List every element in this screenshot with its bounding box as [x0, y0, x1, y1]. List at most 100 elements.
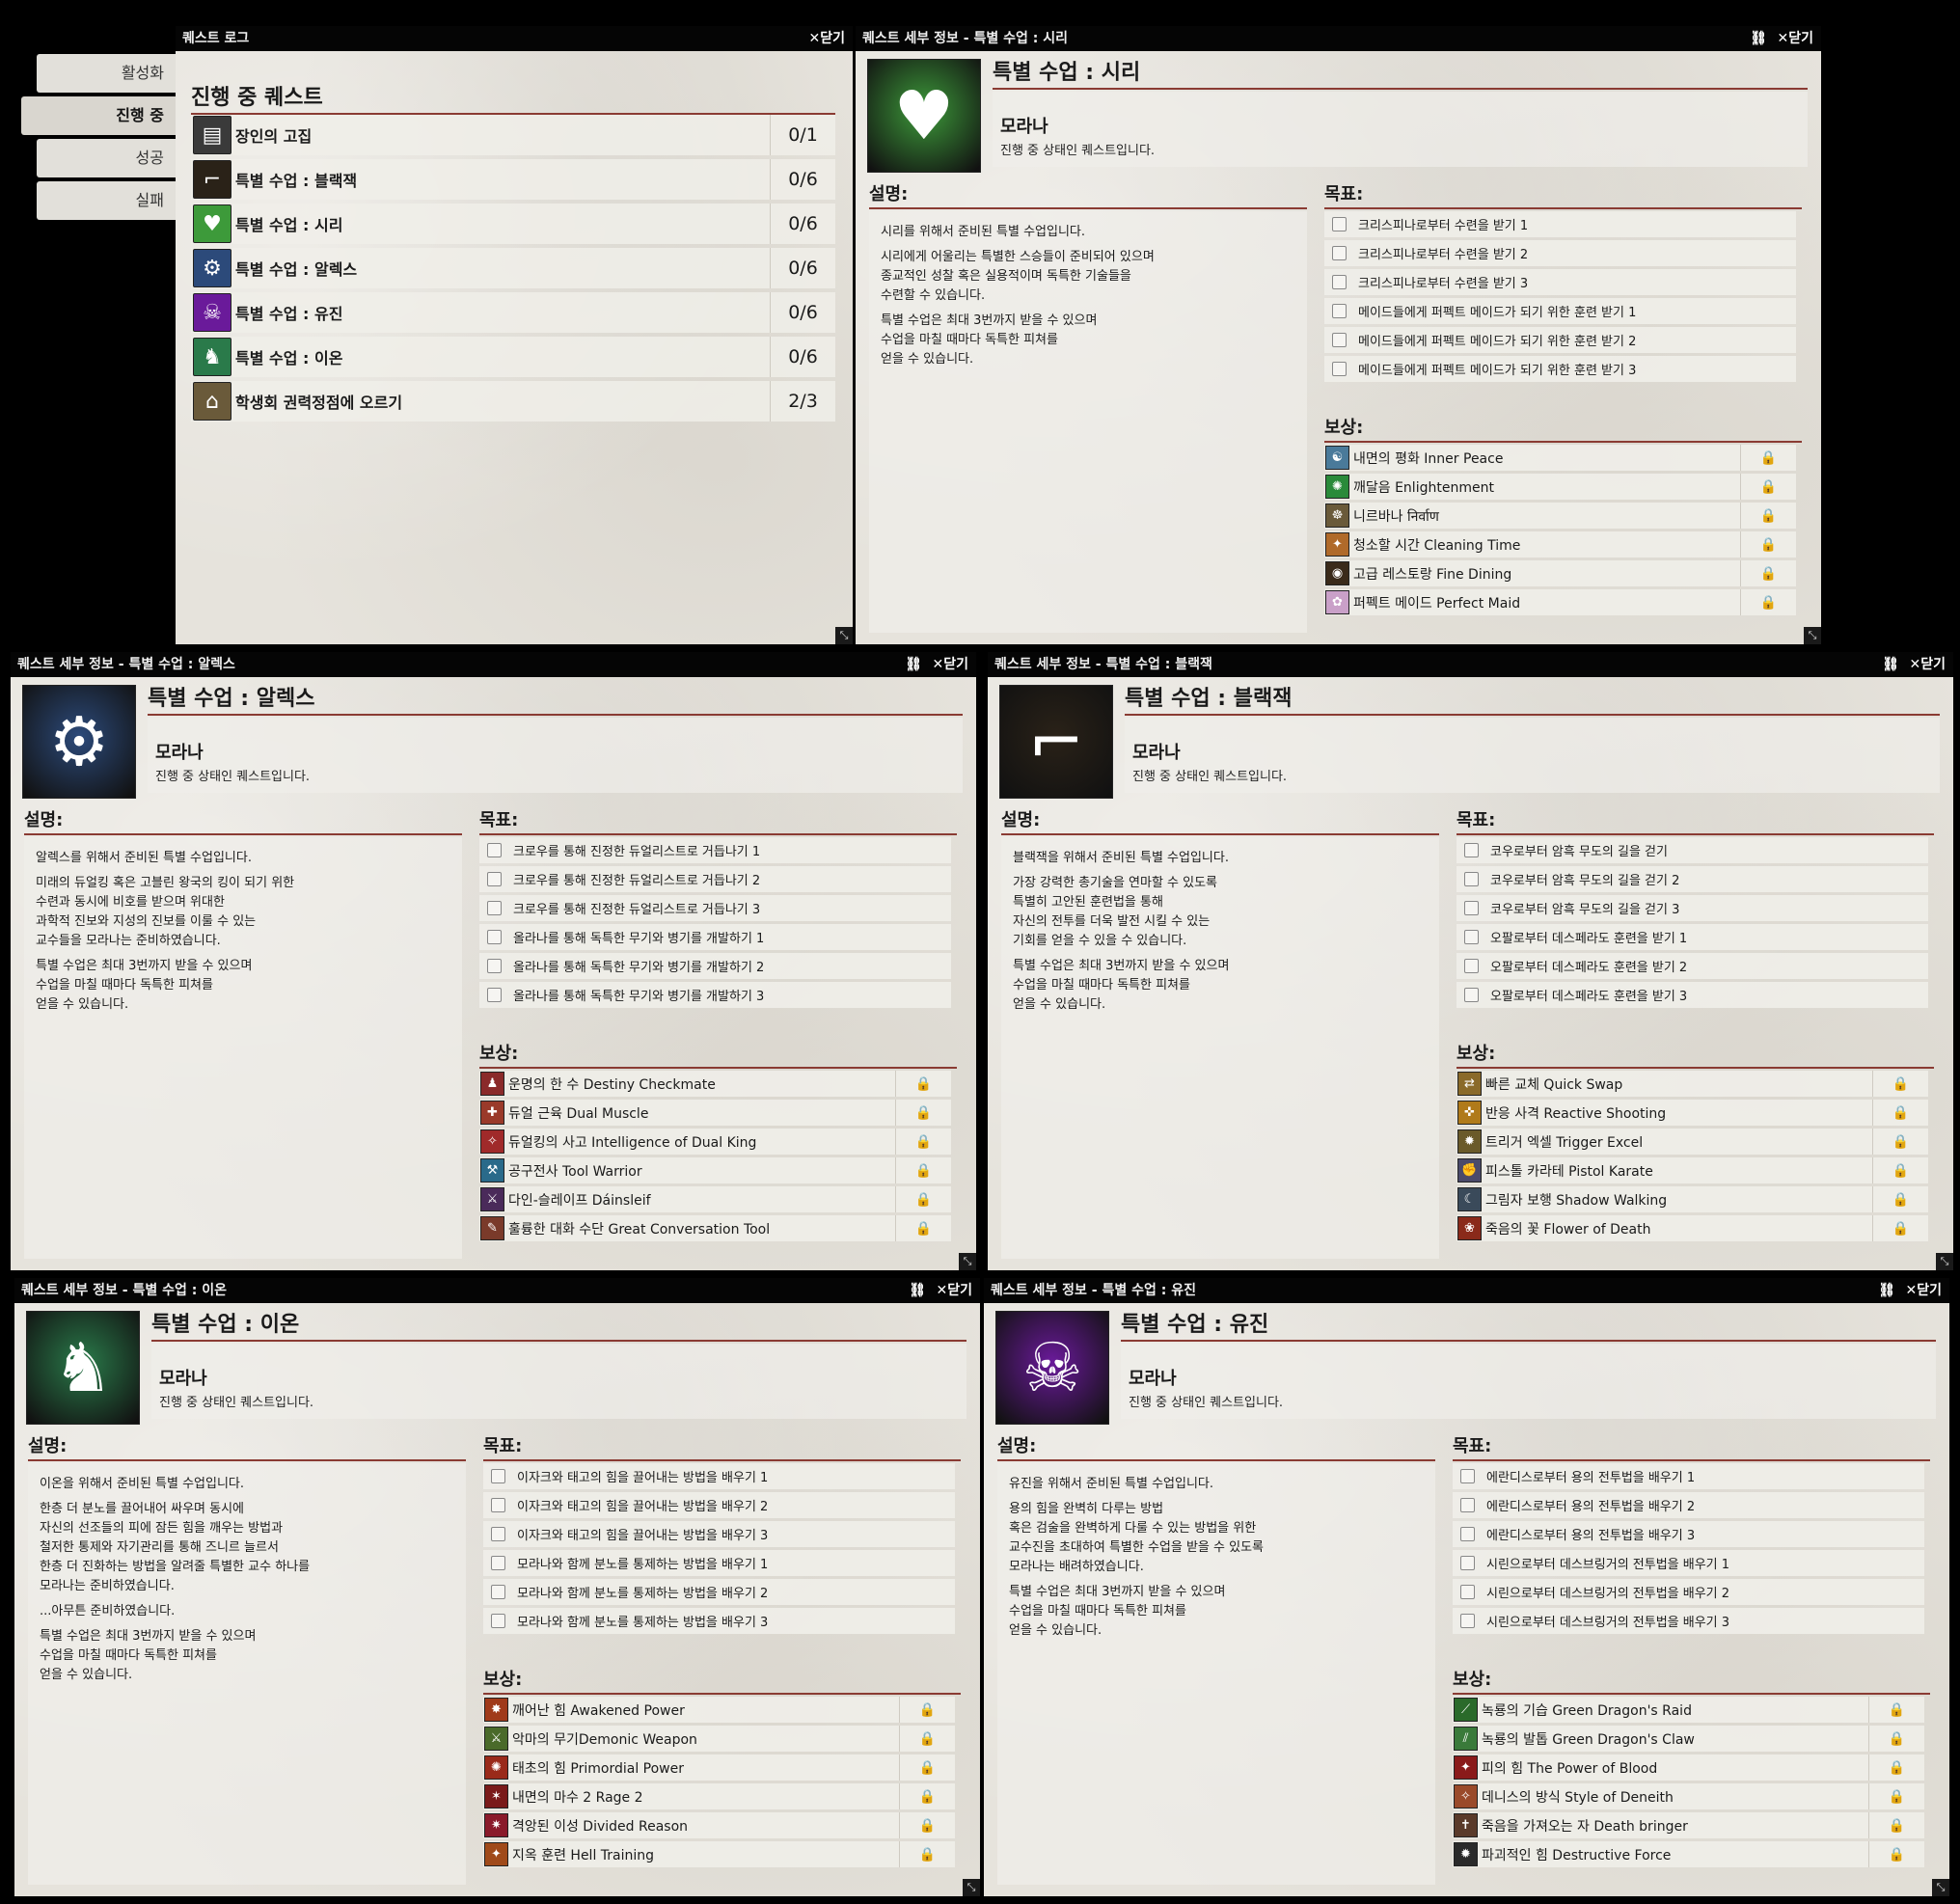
reward-row[interactable]: ❀ 죽음의 꽃 Flower of Death 🔒: [1456, 1215, 1928, 1241]
quest-status: 진행 중 상태인 퀘스트입니다.: [1000, 144, 1156, 158]
lock-icon: 🔒: [899, 1726, 955, 1752]
link-icon[interactable]: ⛓: [1878, 1278, 1895, 1303]
reward-row[interactable]: ⚒ 공구전사 Tool Warrior 🔒: [479, 1157, 951, 1183]
quest-row[interactable]: ♞ 특별 수업 : 이온 0/6: [191, 337, 835, 377]
reward-icon: ❀: [1457, 1216, 1482, 1240]
reward-name: 고급 레스토랑 Fine Dining: [1353, 566, 1512, 583]
quest-log-titlebar[interactable]: 퀘스트 로그 ✕닫기: [176, 26, 853, 51]
quest-row[interactable]: ▤ 장인의 고집 0/1: [191, 115, 835, 155]
reward-row[interactable]: ✎ 훌륭한 대화 수단 Great Conversation Tool 🔒: [479, 1215, 951, 1241]
reward-row[interactable]: ✜ 반응 사격 Reactive Shooting 🔒: [1456, 1100, 1928, 1126]
reward-row[interactable]: ☯ 내면의 평화 Inner Peace 🔒: [1324, 445, 1796, 471]
reward-row[interactable]: ✧ 듀얼킹의 사고 Intelligence of Dual King 🔒: [479, 1129, 951, 1155]
quest-row[interactable]: ⚙ 특별 수업 : 알렉스 0/6: [191, 248, 835, 288]
reward-name: 파괴적인 힘 Destructive Force: [1482, 1847, 1672, 1863]
objective-row: 메이드들에게 퍼펙트 메이드가 되기 위한 훈련 받기 3: [1324, 356, 1796, 382]
detail-titlebar[interactable]: 퀘스트 세부 정보 - 특별 수업 : 시리 ⛓ ✕닫기: [856, 26, 1821, 51]
reward-row[interactable]: ✦ 피의 힘 The Power of Blood 🔒: [1453, 1754, 1924, 1781]
reward-row[interactable]: ✸ 깨어난 힘 Awakened Power 🔒: [483, 1697, 955, 1723]
lock-icon: 🔒: [1740, 531, 1796, 558]
reward-icon: ✧: [1454, 1784, 1478, 1809]
resize-handle[interactable]: ⤡: [1804, 627, 1821, 644]
reward-row[interactable]: ✿ 퍼펙트 메이드 Perfect Maid 🔒: [1324, 589, 1796, 615]
reward-row[interactable]: ◉ 고급 레스토랑 Fine Dining 🔒: [1324, 560, 1796, 586]
quest-row[interactable]: ♥ 특별 수업 : 시리 0/6: [191, 204, 835, 244]
link-icon[interactable]: ⛓: [909, 1278, 926, 1303]
resize-handle[interactable]: ⤡: [959, 1253, 976, 1270]
resize-handle[interactable]: ⤡: [1936, 1253, 1953, 1270]
objective-checkbox: [491, 1498, 505, 1512]
objective-row: 코우로부터 암흑 무도의 길을 걷기: [1456, 837, 1928, 863]
detail-titlebar[interactable]: 퀘스트 세부 정보 - 특별 수업 : 알렉스 ⛓ ✕닫기: [11, 652, 976, 677]
reward-row[interactable]: ⚔ 다인-슬레이프 Dáinsleif 🔒: [479, 1186, 951, 1212]
objective-list: 코우로부터 암흑 무도의 길을 걷기 코우로부터 암흑 무도의 길을 걷기 2 코우…: [1456, 837, 1928, 1011]
link-icon[interactable]: ⛓: [905, 652, 922, 677]
detail-titlebar[interactable]: 퀘스트 세부 정보 - 특별 수업 : 블랙잭 ⛓ ✕닫기: [988, 652, 1953, 677]
reward-row[interactable]: ✧ 데니스의 방식 Style of Deneith 🔒: [1453, 1783, 1924, 1809]
description-paragraph: 시리를 위해서 준비된 특별 수업입니다.: [881, 225, 1086, 239]
reward-icon: ✦: [1454, 1755, 1478, 1780]
close-button[interactable]: ✕닫기: [937, 1278, 973, 1303]
reward-row[interactable]: ⚔ 악마의 무기Demonic Weapon 🔒: [483, 1726, 955, 1752]
reward-row[interactable]: ✹ 트리거 엑셀 Trigger Excel 🔒: [1456, 1129, 1928, 1155]
tab-3[interactable]: 실패: [37, 181, 176, 220]
reward-name: 듀얼킹의 사고 Intelligence of Dual King: [508, 1134, 757, 1151]
objective-row: 이자크와 태고의 힘을 끌어내는 방법을 배우기 1: [483, 1463, 955, 1489]
close-button[interactable]: ✕닫기: [809, 26, 846, 51]
quest-header: 모라나 진행 중 상태인 퀘스트입니다.: [151, 1344, 966, 1419]
reward-row[interactable]: ✺ 태초의 힘 Primordial Power 🔒: [483, 1754, 955, 1781]
resize-handle[interactable]: ⤡: [835, 627, 853, 644]
quest-row[interactable]: ☠ 특별 수업 : 유진 0/6: [191, 292, 835, 333]
reward-name: 트리거 엑셀 Trigger Excel: [1485, 1134, 1644, 1151]
objective-text: 크리스피나로부터 수련을 받기 3: [1358, 277, 1529, 291]
lock-icon: 🔒: [1872, 1071, 1928, 1097]
quest-row[interactable]: ⌂ 학생회 권력정점에 오르기 2/3: [191, 381, 835, 422]
tab-0[interactable]: 활성화: [37, 54, 176, 93]
quest-status: 진행 중 상태인 퀘스트입니다.: [1132, 770, 1288, 784]
close-button[interactable]: ✕닫기: [1906, 1278, 1943, 1303]
reward-row[interactable]: ✹ 파괴적인 힘 Destructive Force 🔒: [1453, 1841, 1924, 1867]
reward-row[interactable]: ⟋ 녹룡의 기습 Green Dragon's Raid 🔒: [1453, 1697, 1924, 1723]
reward-row[interactable]: ✊ 피스톨 카라테 Pistol Karate 🔒: [1456, 1157, 1928, 1183]
objective-text: 코우로부터 암흑 무도의 길을 걷기: [1490, 845, 1668, 859]
reward-icon: ☾: [1457, 1187, 1482, 1211]
rewards-label: 보상:: [1324, 414, 1802, 443]
link-icon[interactable]: ⛓: [1750, 26, 1767, 51]
lock-icon: 🔒: [1740, 474, 1796, 500]
objective-text: 메이드들에게 퍼펙트 메이드가 되기 위한 훈련 받기 1: [1358, 306, 1637, 320]
reward-icon: ☯: [1325, 446, 1349, 470]
close-button[interactable]: ✕닫기: [1778, 26, 1814, 51]
reward-name: 녹룡의 기습 Green Dragon's Raid: [1482, 1702, 1692, 1719]
reward-row[interactable]: ⇄ 빠른 교체 Quick Swap 🔒: [1456, 1071, 1928, 1097]
reward-row[interactable]: ♟ 운명의 한 수 Destiny Checkmate 🔒: [479, 1071, 951, 1097]
close-button[interactable]: ✕닫기: [1910, 652, 1946, 677]
reward-row[interactable]: ✷ 격앙된 이성 Divided Reason 🔒: [483, 1812, 955, 1838]
reward-row[interactable]: ☸ 니르바나 निर्वाण 🔒: [1324, 503, 1796, 529]
detail-titlebar[interactable]: 퀘스트 세부 정보 - 특별 수업 : 유진 ⛓ ✕닫기: [984, 1278, 1949, 1303]
lock-icon: 🔒: [1868, 1841, 1924, 1867]
close-button[interactable]: ✕닫기: [933, 652, 969, 677]
lock-icon: 🔒: [1868, 1726, 1924, 1752]
resize-handle[interactable]: ⤡: [963, 1879, 980, 1896]
resize-handle[interactable]: ⤡: [1932, 1879, 1949, 1896]
reward-row[interactable]: ☾ 그림자 보행 Shadow Walking 🔒: [1456, 1186, 1928, 1212]
reward-row[interactable]: ✦ 청소할 시간 Cleaning Time 🔒: [1324, 531, 1796, 558]
reward-row[interactable]: ⫽ 녹룡의 발톱 Green Dragon's Claw 🔒: [1453, 1726, 1924, 1752]
reward-row[interactable]: ✦ 지옥 훈련 Hell Training 🔒: [483, 1841, 955, 1867]
rifle-icon: ⌐: [999, 685, 1113, 799]
reward-row[interactable]: ✝ 죽음을 가져오는 자 Death bringer 🔒: [1453, 1812, 1924, 1838]
reward-row[interactable]: ✶ 내면의 마수 2 Rage 2 🔒: [483, 1783, 955, 1809]
detail-titlebar[interactable]: 퀘스트 세부 정보 - 특별 수업 : 이온 ⛓ ✕닫기: [14, 1278, 980, 1303]
objective-checkbox: [1464, 959, 1479, 973]
objective-list: 에란디스로부터 용의 전투법을 배우기 1 에란디스로부터 용의 전투법을 배우기…: [1453, 1463, 1924, 1637]
tab-2[interactable]: 성공: [37, 139, 176, 177]
lock-icon: 🔒: [899, 1754, 955, 1781]
quest-row[interactable]: ⌐ 특별 수업 : 블랙잭 0/6: [191, 159, 835, 200]
link-icon[interactable]: ⛓: [1882, 652, 1899, 677]
reward-row[interactable]: ✺ 깨달음 Enlightenment 🔒: [1324, 474, 1796, 500]
quest-progress: 0/6: [770, 248, 835, 288]
reward-row[interactable]: ✚ 듀얼 근육 Dual Muscle 🔒: [479, 1100, 951, 1126]
reward-icon: ✜: [1457, 1101, 1482, 1125]
tab-1[interactable]: 진행 중: [21, 96, 176, 135]
reward-icon: ⚔: [480, 1187, 504, 1211]
